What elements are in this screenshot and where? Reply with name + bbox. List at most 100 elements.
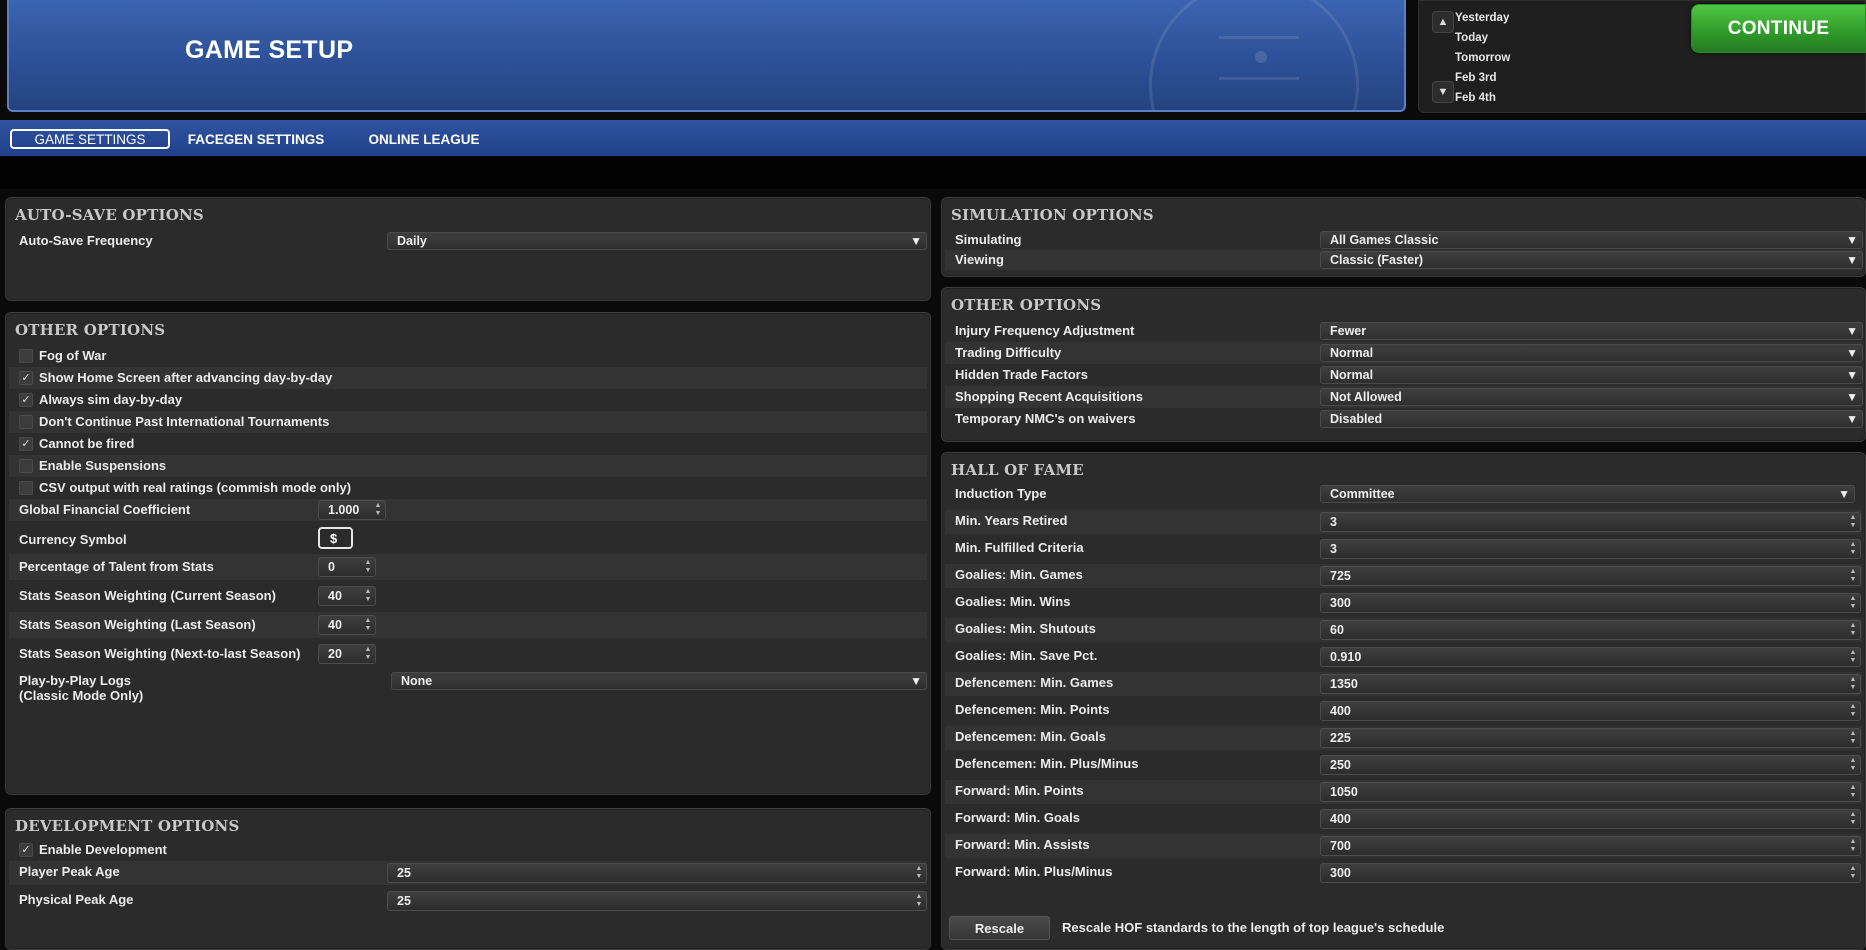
spinner-arrows-icon[interactable]: ▲ ▼ [363,588,373,604]
spinner-arrows-icon[interactable]: ▲ ▼ [1848,568,1858,584]
checkbox-label: Don't Continue Past International Tourna… [39,414,330,429]
goalies-min-shutouts-stepper[interactable]: 60 ▲ ▼ [1320,620,1861,640]
spinner-arrows-icon[interactable]: ▲ ▼ [1848,784,1858,800]
spinner-arrows-icon[interactable]: ▲ ▼ [1848,649,1858,665]
triangle-down-icon[interactable]: ▼ [1432,81,1454,103]
spinner-arrows-icon[interactable]: ▲ ▼ [914,893,924,909]
spinner-arrows-icon[interactable]: ▲ ▼ [373,502,383,518]
spinner-arrows-icon[interactable]: ▲ ▼ [1848,595,1858,611]
hof-row: Forward: Min. Points 1050 ▲ ▼ [945,780,1862,804]
spinner-arrows-icon[interactable]: ▲ ▼ [1848,676,1858,692]
defencemen-min-points-stepper[interactable]: 400 ▲ ▼ [1320,701,1861,721]
defencemen-min-goals-stepper[interactable]: 225 ▲ ▼ [1320,728,1861,748]
option-label: Temporary NMC's on waivers [955,411,1136,426]
checkbox-label: CSV output with real ratings (commish mo… [39,480,352,495]
spinner-arrows-icon[interactable]: ▲ ▼ [1848,541,1858,557]
always-sim-checkbox[interactable]: ✓ [19,393,33,407]
spinner-arrows-icon[interactable]: ▲ ▼ [1848,838,1858,854]
checkbox-row[interactable]: Don't Continue Past International Tourna… [9,411,927,433]
autosave-frequency-dropdown[interactable]: Daily ▼ [387,232,927,250]
date-item-feb-3rd[interactable]: Feb 3rd [1455,70,1510,90]
checkbox-row[interactable]: ✓ Show Home Screen after advancing day-b… [9,367,927,389]
viewing-dropdown[interactable]: Classic (Faster) ▼ [1320,251,1863,269]
date-item-feb-4th[interactable]: Feb 4th [1455,90,1510,110]
stepper-value: 225 [1330,731,1351,745]
option-label: Shopping Recent Acquisitions [955,389,1144,404]
hof-row: Forward: Min. Assists 700 ▲ ▼ [945,834,1862,858]
simulating-dropdown[interactable]: All Games Classic ▼ [1320,231,1863,249]
spinner-arrows-icon[interactable]: ▲ ▼ [1848,865,1858,881]
induction-row: Induction Type Committee ▼ [945,483,1862,507]
weight-current-stepper[interactable]: 40 ▲ ▼ [318,586,376,606]
hidden-trade-factors-dropdown[interactable]: Normal ▼ [1320,366,1863,384]
cannot-be-fired-checkbox[interactable]: ✓ [19,437,33,451]
spinner-arrows-icon[interactable]: ▲ ▼ [363,646,373,662]
spinner-arrows-icon[interactable]: ▲ ▼ [1848,811,1858,827]
nmc-row: Temporary NMC's on waivers Disabled ▼ [945,408,1863,430]
spinner-arrows-icon[interactable]: ▲ ▼ [1848,622,1858,638]
forward-min-assists-stepper[interactable]: 700 ▲ ▼ [1320,836,1861,856]
checkbox-row[interactable]: Enable Suspensions [9,455,927,477]
forward-min-plus-minus-stepper[interactable]: 300 ▲ ▼ [1320,863,1861,883]
date-item-yesterday[interactable]: Yesterday [1455,10,1510,30]
continue-button[interactable]: CONTINUE [1691,4,1866,53]
min-years-retired-stepper[interactable]: 3 ▲ ▼ [1320,512,1861,532]
temporary-nmc-dropdown[interactable]: Disabled ▼ [1320,410,1863,428]
talent-percentage-stepper[interactable]: 0 ▲ ▼ [318,557,376,577]
weight-next-stepper[interactable]: 20 ▲ ▼ [318,644,376,664]
goalies-min-save-pct-stepper[interactable]: 0.910 ▲ ▼ [1320,647,1861,667]
enable-suspensions-checkbox[interactable] [19,459,33,473]
financial-coefficient-stepper[interactable]: 1.000 ▲ ▼ [318,500,386,520]
hof-row: Goalies: Min. Games 725 ▲ ▼ [945,564,1862,588]
date-item-tomorrow[interactable]: Tomorrow [1455,50,1510,70]
spinner-arrows-icon[interactable]: ▲ ▼ [363,617,373,633]
defencemen-min-games-stepper[interactable]: 1350 ▲ ▼ [1320,674,1861,694]
forward-min-points-stepper[interactable]: 1050 ▲ ▼ [1320,782,1861,802]
tab-online-league[interactable]: ONLINE LEAGUE [364,129,484,149]
trading-difficulty-dropdown[interactable]: Normal ▼ [1320,344,1863,362]
fog-of-war-checkbox[interactable] [19,349,33,363]
currency-symbol-input[interactable]: $ [318,527,353,549]
weight-last-stepper[interactable]: 40 ▲ ▼ [318,615,376,635]
min-fulfilled-criteria-stepper[interactable]: 3 ▲ ▼ [1320,539,1861,559]
checkbox-row[interactable]: CSV output with real ratings (commish mo… [9,477,927,499]
csv-output-checkbox[interactable] [19,481,33,495]
goalies-min-wins-stepper[interactable]: 300 ▲ ▼ [1320,593,1861,613]
spinner-arrows-icon[interactable]: ▲ ▼ [1848,703,1858,719]
spinner-arrows-icon[interactable]: ▲ ▼ [914,865,924,881]
spinner-arrows-icon[interactable]: ▲ ▼ [1848,757,1858,773]
checkbox-row[interactable]: ✓ Cannot be fired [9,433,927,455]
physical-peak-row: Physical Peak Age 25 ▲ ▼ [9,889,927,913]
dropdown-value: Normal [1330,346,1374,360]
hof-label: Goalies: Min. Shutouts [955,621,1096,636]
rescale-button[interactable]: Rescale [949,916,1050,940]
induction-type-dropdown[interactable]: Committee ▼ [1320,485,1855,503]
physical-peak-stepper[interactable]: 25 ▲ ▼ [387,891,927,911]
viewing-label: Viewing [955,252,1004,267]
enable-development-row[interactable]: ✓ Enable Development [9,839,927,861]
hof-row: Forward: Min. Plus/Minus 300 ▲ ▼ [945,861,1862,885]
pbp-logs-dropdown[interactable]: None ▼ [391,672,927,690]
spinner-arrows-icon[interactable]: ▲ ▼ [1848,730,1858,746]
option-label: Trading Difficulty [955,345,1062,360]
date-item-today[interactable]: Today [1455,30,1510,50]
tab-facegen-settings[interactable]: FACEGEN SETTINGS [186,129,326,149]
other-options-right-title: OTHER OPTIONS [951,296,1102,314]
player-peak-stepper[interactable]: 25 ▲ ▼ [387,863,927,883]
forward-min-goals-stepper[interactable]: 400 ▲ ▼ [1320,809,1861,829]
goalies-min-games-stepper[interactable]: 725 ▲ ▼ [1320,566,1861,586]
checkbox-row[interactable]: Fog of War [9,345,927,367]
enable-development-checkbox[interactable]: ✓ [19,843,33,857]
injury-frequency-dropdown[interactable]: Fewer ▼ [1320,322,1863,340]
dont-continue-checkbox[interactable] [19,415,33,429]
checkbox-row[interactable]: ✓ Always sim day-by-day [9,389,927,411]
shopping-acquisitions-dropdown[interactable]: Not Allowed ▼ [1320,388,1863,406]
defencemen-min-plus-minus-stepper[interactable]: 250 ▲ ▼ [1320,755,1861,775]
triangle-up-icon[interactable]: ▲ [1432,11,1454,33]
hof-row: Forward: Min. Goals 400 ▲ ▼ [945,807,1862,831]
stepper-value: 25 [397,894,411,908]
spinner-arrows-icon[interactable]: ▲ ▼ [1848,514,1858,530]
show-home-screen-checkbox[interactable]: ✓ [19,371,33,385]
tab-game-settings[interactable]: GAME SETTINGS [10,129,170,149]
spinner-arrows-icon[interactable]: ▲ ▼ [363,559,373,575]
